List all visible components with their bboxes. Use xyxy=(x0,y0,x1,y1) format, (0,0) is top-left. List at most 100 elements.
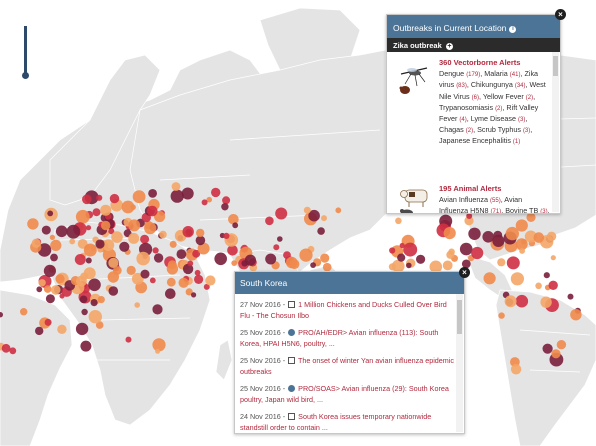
outbreak-marker[interactable] xyxy=(556,340,567,350)
outbreak-marker[interactable] xyxy=(112,266,122,275)
outbreak-marker[interactable] xyxy=(510,364,522,375)
outbreak-marker[interactable] xyxy=(80,340,92,352)
outbreak-marker[interactable] xyxy=(483,272,496,285)
outbreak-marker[interactable] xyxy=(55,225,68,238)
outbreak-marker[interactable] xyxy=(187,260,194,267)
outbreak-marker[interactable] xyxy=(41,225,51,235)
outbreak-marker[interactable] xyxy=(519,248,525,254)
outbreak-marker[interactable] xyxy=(389,247,396,254)
outbreak-marker[interactable] xyxy=(232,222,239,229)
outbreak-marker[interactable] xyxy=(510,272,524,286)
vectorborne-disease-name[interactable]: Scrub Typhus xyxy=(477,125,523,134)
outbreak-marker[interactable] xyxy=(170,189,184,203)
outbreak-marker[interactable] xyxy=(471,246,484,260)
outbreak-marker[interactable] xyxy=(85,257,92,264)
outbreak-marker[interactable] xyxy=(75,209,90,224)
outbreak-marker[interactable] xyxy=(90,299,98,307)
close-icon[interactable]: × xyxy=(459,267,470,278)
outbreak-marker[interactable] xyxy=(108,286,119,296)
scrollbar-thumb[interactable] xyxy=(457,300,462,334)
outbreak-marker[interactable] xyxy=(153,253,164,263)
outbreak-marker[interactable] xyxy=(88,310,103,324)
outbreak-marker[interactable] xyxy=(132,190,146,204)
outbreak-marker[interactable] xyxy=(194,269,201,276)
outbreak-marker[interactable] xyxy=(468,227,481,240)
outbreak-marker[interactable] xyxy=(442,260,453,271)
outbreak-marker[interactable] xyxy=(403,242,418,257)
outbreak-marker[interactable] xyxy=(191,292,197,298)
zika-outbreak-label[interactable]: Zika outbreak xyxy=(393,41,442,50)
outbreak-marker[interactable] xyxy=(31,238,41,248)
outbreak-marker[interactable] xyxy=(43,264,57,277)
outbreak-marker[interactable] xyxy=(211,187,221,198)
vectorborne-disease-name[interactable]: Malaria xyxy=(484,69,510,78)
outbreak-marker[interactable] xyxy=(205,275,216,286)
outbreak-marker[interactable] xyxy=(178,277,189,288)
outbreak-marker[interactable] xyxy=(504,295,517,308)
outbreak-marker[interactable] xyxy=(119,241,130,252)
outbreak-marker[interactable] xyxy=(303,206,311,214)
outbreak-marker[interactable] xyxy=(155,348,161,354)
outbreak-marker[interactable] xyxy=(526,212,536,222)
outbreak-marker[interactable] xyxy=(144,222,157,235)
outbreak-marker[interactable] xyxy=(136,251,150,266)
outbreak-marker[interactable] xyxy=(69,238,76,245)
outbreak-marker[interactable] xyxy=(152,247,159,254)
outbreak-marker[interactable] xyxy=(140,269,150,279)
outbreak-marker[interactable] xyxy=(446,250,455,259)
outbreak-marker[interactable] xyxy=(82,194,92,205)
animal-disease-name[interactable]: Avian Influenza xyxy=(439,195,490,204)
vectorborne-disease-name[interactable]: Trypanosomiasis xyxy=(439,103,495,112)
outbreak-marker[interactable] xyxy=(140,234,150,244)
outbreak-marker[interactable] xyxy=(196,228,205,238)
outbreak-marker[interactable] xyxy=(443,227,456,240)
outbreak-marker[interactable] xyxy=(92,208,101,217)
vectorborne-disease-name[interactable]: Chagas xyxy=(439,125,466,134)
outbreak-marker[interactable] xyxy=(165,288,176,300)
outbreak-marker[interactable] xyxy=(506,256,520,270)
outbreak-marker[interactable] xyxy=(533,232,545,243)
outbreak-marker[interactable] xyxy=(505,226,519,241)
outbreak-marker[interactable] xyxy=(27,218,39,230)
outbreak-marker[interactable] xyxy=(228,214,239,225)
outbreak-marker[interactable] xyxy=(85,225,92,231)
outbreak-marker[interactable] xyxy=(201,199,208,206)
outbreak-marker[interactable] xyxy=(335,207,342,214)
outbreak-marker[interactable] xyxy=(551,349,561,359)
outbreak-marker[interactable] xyxy=(459,242,473,256)
outbreak-marker[interactable] xyxy=(166,277,176,287)
vectorborne-disease-name[interactable]: Chikungunya xyxy=(471,80,515,89)
outbreak-marker[interactable] xyxy=(176,249,187,259)
outbreak-marker[interactable] xyxy=(66,224,81,239)
outbreak-marker[interactable] xyxy=(406,262,412,269)
outbreak-marker[interactable] xyxy=(521,239,527,245)
outbreak-marker[interactable] xyxy=(109,193,120,204)
vectorborne-disease-name[interactable]: Japanese Encephalitis xyxy=(439,136,513,145)
vectorborne-disease-name[interactable]: Lyme Disease xyxy=(471,114,518,123)
outbreak-marker[interactable] xyxy=(221,203,229,211)
outbreak-marker[interactable] xyxy=(128,232,140,244)
info-icon[interactable]: i xyxy=(509,26,517,33)
outbreak-marker[interactable] xyxy=(38,279,46,287)
outbreaks-scrollbar[interactable] xyxy=(552,52,559,212)
outbreak-marker[interactable] xyxy=(57,324,67,334)
vectorborne-alerts-title[interactable]: 360 Vectorborne Alerts xyxy=(439,58,551,68)
outbreak-marker[interactable] xyxy=(95,239,105,249)
outbreak-marker[interactable] xyxy=(50,239,62,251)
outbreak-marker[interactable] xyxy=(182,226,194,238)
vectorborne-disease-name[interactable]: Dengue xyxy=(439,69,466,78)
outbreak-marker[interactable] xyxy=(76,275,87,287)
outbreak-marker[interactable] xyxy=(320,253,330,263)
outbreak-marker[interactable] xyxy=(126,265,136,275)
outbreak-marker[interactable] xyxy=(88,278,101,292)
outbreak-marker[interactable] xyxy=(567,293,574,300)
outbreak-marker[interactable] xyxy=(497,258,506,267)
outbreak-marker[interactable] xyxy=(81,308,88,316)
outbreak-marker[interactable] xyxy=(75,322,89,336)
outbreak-marker[interactable] xyxy=(159,230,167,239)
outbreak-marker[interactable] xyxy=(273,244,280,251)
outbreak-marker[interactable] xyxy=(265,216,274,226)
outbreak-marker[interactable] xyxy=(171,182,181,191)
outbreak-marker[interactable] xyxy=(20,308,28,316)
animal-disease-name[interactable]: Bovine TB xyxy=(505,206,540,213)
